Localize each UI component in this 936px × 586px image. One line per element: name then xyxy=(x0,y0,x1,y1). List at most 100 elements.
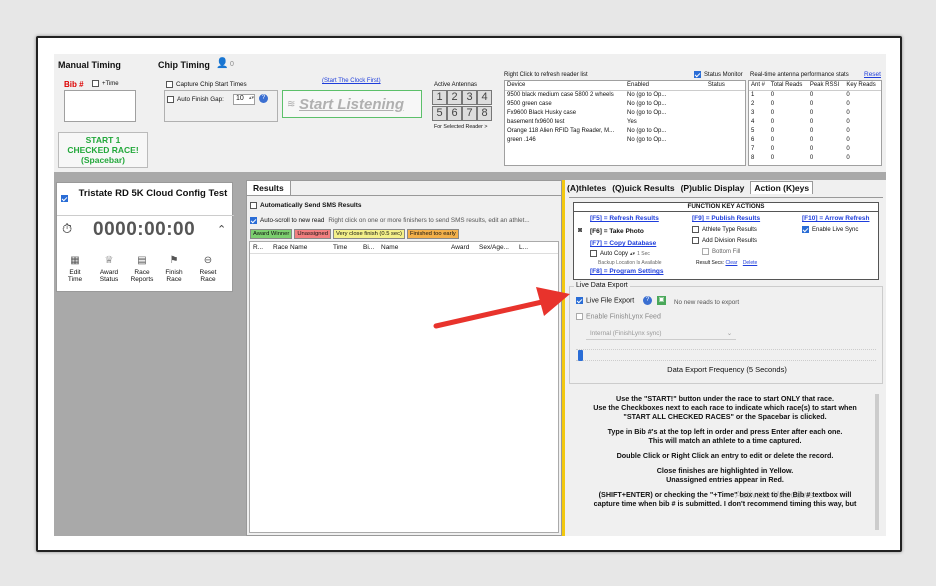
finish-race-button[interactable]: ⚑ Finish Race xyxy=(161,255,187,283)
antenna-8-button[interactable]: 8 xyxy=(477,106,492,121)
reader-row[interactable]: green .146 No (go to Op... xyxy=(505,135,745,144)
results-column-header[interactable]: R... xyxy=(250,242,270,253)
help-icon[interactable]: ? xyxy=(259,94,268,103)
frequency-slider[interactable] xyxy=(576,349,876,361)
f8-program-settings[interactable]: [F8] = Program Settings xyxy=(590,268,664,275)
reader-row[interactable]: Orange 118 Alien RFID Tag Reader, M... No… xyxy=(505,126,745,135)
award-status-button[interactable]: ♕ Award Status xyxy=(96,255,122,283)
results-column-header[interactable]: Name xyxy=(378,242,448,253)
spinner-icon[interactable]: ▴▾ xyxy=(249,95,254,101)
results-column-header[interactable]: Sex/Age... xyxy=(476,242,516,253)
plus-time-checkbox[interactable] xyxy=(92,80,99,87)
reader-row[interactable]: 9500 green case No (go to Op... xyxy=(505,99,745,108)
chevron-up-icon[interactable]: ⌃ xyxy=(217,223,226,236)
results-column-header[interactable]: L... xyxy=(516,242,530,253)
f10-arrow-refresh[interactable]: [F10] = Arrow Refresh xyxy=(802,215,870,222)
auto-finish-group: Auto Finish Gap: 10 ▴▾ ? xyxy=(164,90,278,122)
edit-time-button[interactable]: ▦ Edit Time xyxy=(62,255,88,283)
results-column-header[interactable]: Award xyxy=(448,242,476,253)
capture-checkbox[interactable] xyxy=(166,81,173,88)
start-listening-button[interactable]: ≋ Start Listening xyxy=(282,90,422,118)
f6-take-photo[interactable]: [F6] = Take Photo xyxy=(590,228,644,235)
results-panel: Results Automatically Send SMS Results A… xyxy=(246,180,562,536)
antenna-6-button[interactable]: 6 xyxy=(447,106,462,121)
col-status[interactable]: Status xyxy=(705,81,745,91)
results-grid[interactable]: R... Race Name Time Bi... Name Award Sex/Age..… xyxy=(249,241,559,533)
auto-finish-toggle[interactable]: Auto Finish Gap: xyxy=(167,96,224,103)
live-file-export-toggle[interactable]: Live File Export xyxy=(576,297,634,304)
f7-copy-database[interactable]: [F7] = Copy Database xyxy=(590,240,656,247)
col-enabled[interactable]: Enabled xyxy=(625,81,706,91)
bottom-fill-toggle[interactable]: Bottom Fill xyxy=(702,248,740,255)
finishlynx-select[interactable]: Internal (FinishLynx sync) ⌄ xyxy=(586,328,736,340)
athlete-type-checkbox[interactable] xyxy=(692,226,699,233)
antenna-7-button[interactable]: 7 xyxy=(462,106,477,121)
col-device[interactable]: Device xyxy=(505,81,625,91)
auto-copy-checkbox[interactable] xyxy=(590,250,597,257)
capture-chip-start[interactable]: Capture Chip Start Times xyxy=(166,81,247,88)
sms-checkbox[interactable] xyxy=(250,202,257,209)
sms-toggle[interactable]: Automatically Send SMS Results xyxy=(250,202,362,209)
rssi-cell: 0 xyxy=(809,154,814,161)
status-monitor-toggle[interactable]: Status Monitor xyxy=(694,71,743,78)
spinner-icon[interactable]: ▴▾ xyxy=(630,251,635,257)
auto-finish-checkbox[interactable] xyxy=(167,96,174,103)
export-settings-icon[interactable]: ▣ xyxy=(657,296,666,305)
legend-item: Unassigned xyxy=(294,229,331,239)
antenna-1-button[interactable]: 1 xyxy=(432,90,447,105)
reset-race-button[interactable]: ⊖ Reset Race xyxy=(195,255,221,283)
live-sync-checkbox[interactable] xyxy=(802,226,809,233)
live-sync-toggle[interactable]: Enable Live Sync xyxy=(802,226,858,233)
f9-publish-results[interactable]: [F9] = Publish Results xyxy=(692,215,760,222)
tab-quick-results[interactable]: (Q)uick Results xyxy=(612,183,674,193)
select-value: Internal (FinishLynx sync) xyxy=(590,330,662,337)
antenna-5-button[interactable]: 5 xyxy=(432,106,447,121)
reader-row[interactable]: Fx9600 Black Husky case No (go to Op... xyxy=(505,108,745,117)
autoscroll-toggle[interactable]: Auto-scroll to new read Right click on on… xyxy=(250,217,558,224)
rssi-cell: 0 xyxy=(809,109,814,116)
athlete-type-toggle[interactable]: Athlete Type Results xyxy=(692,226,757,233)
reader-cell: No (go to Op... xyxy=(627,109,667,116)
slider-thumb[interactable] xyxy=(578,350,583,361)
clear-link[interactable]: Clear xyxy=(725,260,737,266)
delete-link[interactable]: Delete xyxy=(743,260,757,266)
antenna-4-button[interactable]: 4 xyxy=(477,90,492,105)
auto-copy-toggle[interactable]: Auto Copy ▴▾ 1 Sec xyxy=(590,250,650,257)
function-keys-box: FUNCTION KEY ACTIONS [F5] = Refresh Resu… xyxy=(573,202,879,280)
add-division-toggle[interactable]: Add Division Results xyxy=(692,237,757,244)
reader-row[interactable]: 9500 black medium case 5800 2 wheels No (… xyxy=(505,90,745,99)
tab-action-keys[interactable]: Action (K)eys xyxy=(750,181,814,194)
rssi-cell: 0 xyxy=(809,118,814,125)
reset-link[interactable]: Reset xyxy=(864,71,881,78)
start-checked-race-button[interactable]: START 1 CHECKED RACE! (Spacebar) xyxy=(58,132,148,168)
results-column-header[interactable]: Time xyxy=(330,242,360,253)
bottom-fill-checkbox[interactable] xyxy=(702,248,709,255)
results-column-header[interactable]: Bi... xyxy=(360,242,378,253)
race-select-checkbox[interactable] xyxy=(61,195,68,202)
auto-finish-gap-input[interactable]: 10 ▴▾ xyxy=(233,94,255,105)
status-monitor-checkbox[interactable] xyxy=(694,71,701,78)
antenna-3-button[interactable]: 3 xyxy=(462,90,477,105)
reader-row[interactable]: basement fx9600 test Yes xyxy=(505,117,745,126)
tab-public-display[interactable]: (P)ublic Display xyxy=(681,183,745,193)
add-division-checkbox[interactable] xyxy=(692,237,699,244)
reader-cell: No (go to Op... xyxy=(627,127,667,134)
reader-cell xyxy=(706,108,745,117)
tab-athletes[interactable]: (A)thletes xyxy=(567,183,606,193)
race-reports-button[interactable]: ▤ Race Reports xyxy=(129,255,155,283)
results-column-header[interactable]: Race Name xyxy=(270,242,330,253)
help-scrollbar[interactable] xyxy=(875,394,879,530)
help-icon[interactable]: ? xyxy=(643,296,652,305)
reader-cell: 9500 green case xyxy=(507,100,552,107)
sms-label: Automatically Send SMS Results xyxy=(260,202,362,210)
start-clock-link[interactable]: (Start The Clock First) xyxy=(322,78,381,84)
antenna-2-button[interactable]: 2 xyxy=(447,90,462,105)
help-line: capture time when bib # is submitted. I … xyxy=(593,499,857,508)
finishlynx-toggle[interactable]: Enable FinishLynx Feed xyxy=(576,313,661,320)
autoscroll-checkbox[interactable] xyxy=(250,217,257,224)
bib-input[interactable] xyxy=(64,90,136,122)
f5-refresh-results[interactable]: [F5] = Refresh Results xyxy=(590,215,659,222)
tab-results[interactable]: Results xyxy=(247,181,291,196)
reader-list[interactable]: Device Enabled Status 9500 black medium ca… xyxy=(504,80,746,166)
plus-time-toggle[interactable]: +Time xyxy=(92,80,119,87)
